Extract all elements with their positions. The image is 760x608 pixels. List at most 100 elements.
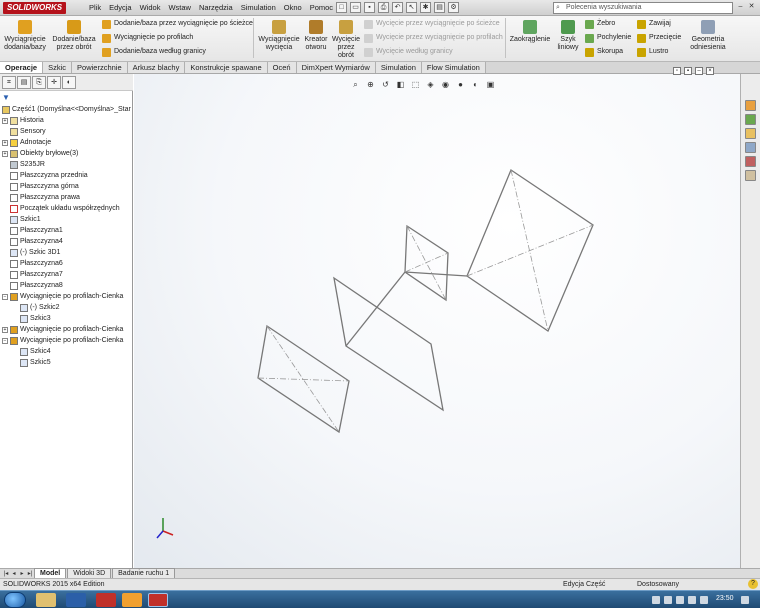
revolve-boss-button[interactable]: Dodanie/baza przez obrót [52, 20, 96, 52]
menu-tools[interactable]: Narzędzia [196, 2, 236, 14]
tab-simulation[interactable]: Simulation [375, 62, 422, 73]
tree-item-loft-thin-1[interactable]: − Wyciągnięcie po profilach-Cienka [2, 292, 123, 302]
tree-item-solid-bodies[interactable]: + Obiekty bryłowe(3) [2, 149, 78, 159]
save-icon[interactable]: ▪ [364, 2, 375, 13]
file-properties-icon[interactable]: ▤ [434, 2, 445, 13]
tab-dimxpert[interactable]: DimXpert Wymiarów [296, 62, 376, 73]
view-palette-icon[interactable] [745, 142, 756, 153]
tree-item-plane7[interactable]: Płaszczyzna7 [10, 270, 63, 280]
help-icon[interactable]: ? [748, 579, 758, 589]
apply-scene-icon[interactable]: ◐ [470, 79, 481, 90]
lofted-cut-button[interactable]: Wycięcie przez wyciągnięcie po profilach [364, 33, 503, 43]
reference-geometry-button[interactable]: Geometria odniesienia [680, 20, 736, 52]
last-tab-icon[interactable]: ▸| [26, 570, 34, 577]
status-units[interactable]: Dostosowany [637, 579, 679, 590]
rebuild-icon[interactable]: ✱ [420, 2, 431, 13]
previous-view-icon[interactable]: ↺ [380, 79, 391, 90]
collapse-icon[interactable]: − [2, 338, 8, 344]
tab-surfaces[interactable]: Powierzchnie [72, 62, 128, 73]
dimxpert-manager-icon[interactable]: ✛ [47, 76, 61, 89]
extrude-boss-button[interactable]: Wyciągnięcie dodania/bazy [3, 20, 47, 52]
tree-item-sensors[interactable]: Sensory [10, 127, 46, 137]
tree-item-sketch5[interactable]: Szkic5 [20, 358, 51, 368]
close-icon[interactable]: ✕ [747, 2, 756, 12]
tree-item-top-plane[interactable]: Płaszczyzna górna [10, 182, 79, 192]
tree-item-plane1[interactable]: Płaszczyzna1 [10, 226, 63, 236]
wrap-button[interactable]: Zawijaj [637, 19, 671, 29]
fillet-button[interactable]: Zaokrąglenie [508, 20, 552, 44]
zoom-to-fit-icon[interactable]: ⌕ [350, 79, 361, 90]
first-tab-icon[interactable]: |◂ [2, 570, 10, 577]
boundary-cut-button[interactable]: Wycięcie według granicy [364, 47, 453, 57]
tree-item-plane6[interactable]: Płaszczyzna6 [10, 259, 63, 269]
prev-tab-icon[interactable]: ◂ [10, 570, 18, 577]
print-icon[interactable]: ⎙ [378, 2, 389, 13]
expand-icon[interactable]: + [2, 140, 8, 146]
section-view-icon[interactable]: ◧ [395, 79, 406, 90]
undo-icon[interactable]: ↶ [392, 2, 403, 13]
resources-icon[interactable] [745, 100, 756, 111]
tree-item-loft-thin-2[interactable]: + Wyciągnięcie po profilach-Cienka [2, 325, 123, 335]
tree-item-sketch1[interactable]: Szkic1 [10, 215, 41, 225]
file-explorer-icon[interactable] [745, 128, 756, 139]
word-app-icon[interactable] [66, 593, 86, 607]
tree-item-loft-thin-3[interactable]: − Wyciągnięcie po profilach-Cienka [2, 336, 123, 346]
open-icon[interactable]: ▭ [350, 2, 361, 13]
edit-appearance-icon[interactable]: ● [455, 79, 466, 90]
intersect-button[interactable]: Przecięcie [637, 33, 681, 43]
view-orientation-icon[interactable]: ⬚ [410, 79, 421, 90]
inventor-app-icon[interactable] [122, 593, 142, 607]
tree-item-plane8[interactable]: Płaszczyzna8 [10, 281, 63, 291]
tray-icon[interactable] [741, 596, 749, 604]
menu-view[interactable]: Widok [137, 2, 164, 14]
menu-edit[interactable]: Edycja [106, 2, 135, 14]
property-manager-icon[interactable]: ▤ [17, 76, 31, 89]
tree-item-material[interactable]: S235JR [10, 160, 45, 170]
hole-wizard-button[interactable]: Kreator otworu [302, 20, 330, 52]
viewport-tile-icon[interactable]: ▪ [684, 67, 692, 75]
clock[interactable]: 23:50 [716, 595, 734, 602]
hide-show-items-icon[interactable]: ◉ [440, 79, 451, 90]
tray-icon[interactable] [664, 596, 672, 604]
start-button[interactable] [4, 592, 26, 608]
linear-pattern-button[interactable]: Szyk liniowy [554, 20, 582, 52]
tab-weldments[interactable]: Konstrukcje spawane [185, 62, 268, 73]
appearances-icon[interactable] [745, 156, 756, 167]
tab-evaluate[interactable]: Oceń [267, 62, 297, 73]
tray-icon[interactable] [652, 596, 660, 604]
language-icon[interactable] [700, 596, 708, 604]
expand-icon[interactable]: + [2, 151, 8, 157]
select-icon[interactable]: ↖ [406, 2, 417, 13]
new-icon[interactable]: □ [336, 2, 347, 13]
network-icon[interactable] [676, 596, 684, 604]
zoom-to-area-icon[interactable]: ⊕ [365, 79, 376, 90]
expand-icon[interactable]: + [2, 327, 8, 333]
solidworks-app-icon[interactable] [96, 593, 116, 607]
tree-item-sketch3[interactable]: Szkic3 [20, 314, 51, 324]
configuration-manager-icon[interactable]: ⎘ [32, 76, 46, 89]
menu-window[interactable]: Okno [281, 2, 305, 14]
tree-item-history[interactable]: + Historia [2, 116, 44, 126]
tree-item-annotations[interactable]: + Adnotacje [2, 138, 51, 148]
volume-icon[interactable] [688, 596, 696, 604]
tree-item-sketch4[interactable]: Szkic4 [20, 347, 51, 357]
custom-properties-icon[interactable] [745, 170, 756, 181]
display-style-icon[interactable]: ◈ [425, 79, 436, 90]
draft-button[interactable]: Pochylenie [585, 33, 631, 43]
view-settings-icon[interactable]: ▣ [485, 79, 496, 90]
boundary-boss-button[interactable]: Dodanie/baza według granicy [102, 47, 206, 57]
tree-item-origin[interactable]: Początek układu współrzędnych [10, 204, 120, 214]
minimize-icon[interactable]: – [736, 2, 745, 12]
display-manager-icon[interactable]: ◐ [62, 76, 76, 89]
revolved-cut-button[interactable]: Wycięcie przez obrót [332, 20, 360, 60]
viewport-close-icon[interactable]: × [706, 67, 714, 75]
viewport-minimize-icon[interactable]: – [695, 67, 703, 75]
tree-item-part[interactable]: Część1 (Domyślna<<Domyślna>_Star [2, 105, 131, 115]
menu-insert[interactable]: Wstaw [165, 2, 194, 14]
tree-item-right-plane[interactable]: Płaszczyzna prawa [10, 193, 80, 203]
options-icon[interactable]: ⚙ [448, 2, 459, 13]
tab-features[interactable]: Operacje [0, 62, 44, 73]
tree-item-front-plane[interactable]: Płaszczyzna przednia [10, 171, 88, 181]
tab-flow-simulation[interactable]: Flow Simulation [421, 62, 486, 73]
explorer-app-icon[interactable] [36, 593, 56, 607]
